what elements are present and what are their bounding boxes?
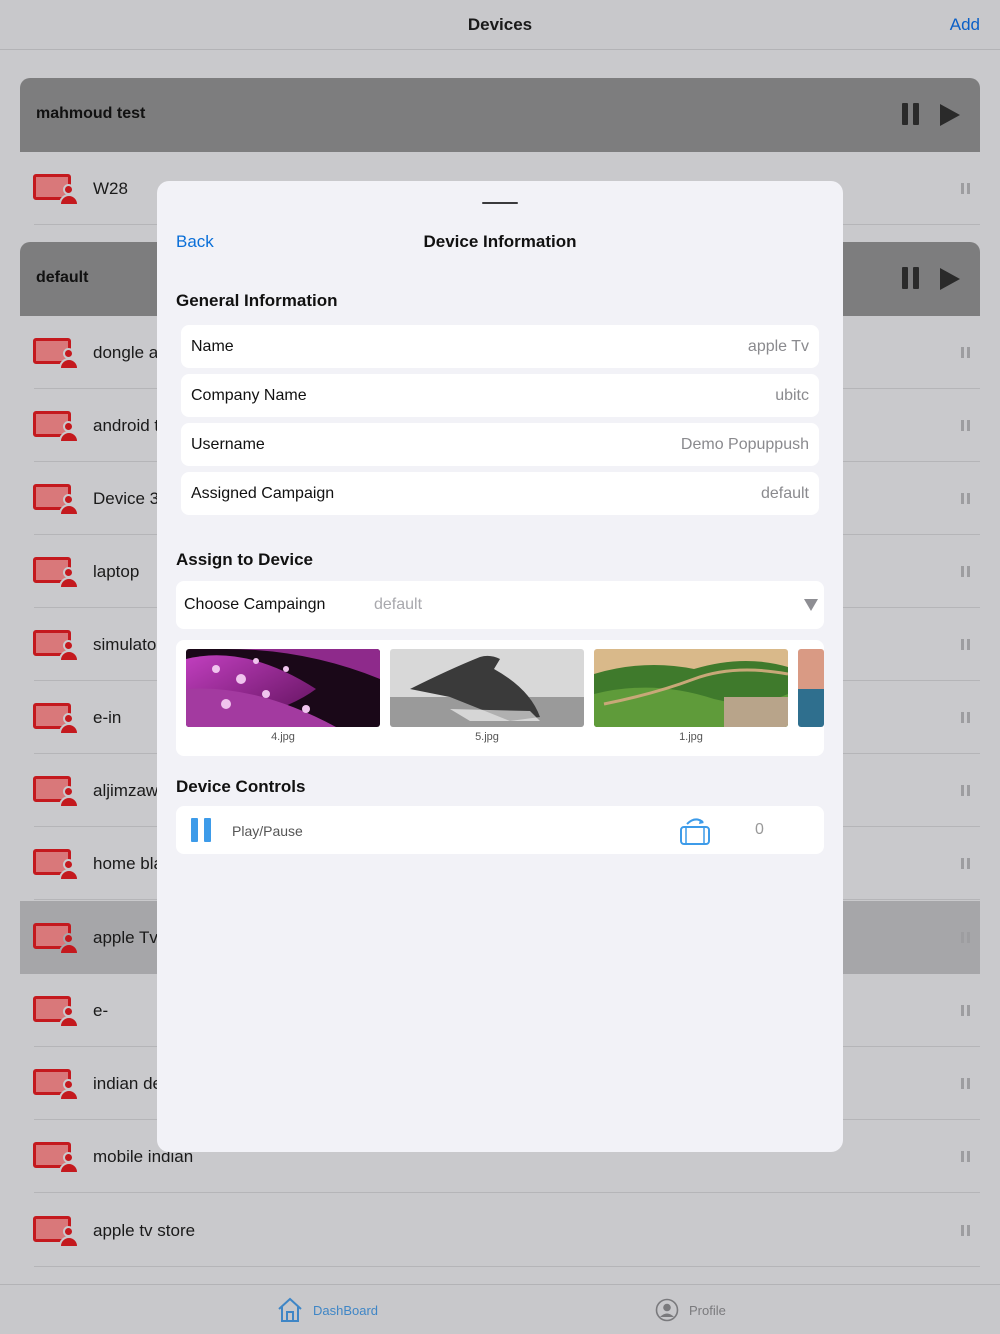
device-icon (33, 338, 79, 370)
home-icon (278, 1297, 302, 1322)
back-button[interactable]: Back (176, 232, 214, 252)
row-pause-icon[interactable] (961, 566, 970, 577)
group-header-mahmoud-test: mahmoud test (20, 78, 980, 152)
device-name: W28 (93, 179, 128, 198)
group-name: mahmoud test (36, 105, 146, 122)
campaign-picker[interactable]: Choose Campaingn default (176, 581, 824, 629)
device-icon (33, 411, 79, 443)
add-button[interactable]: Add (950, 15, 980, 35)
device-icon (33, 174, 79, 206)
row-pause-icon[interactable] (961, 932, 970, 943)
device-name: simulato (93, 635, 157, 654)
profile-icon (655, 1298, 679, 1322)
row-pause-icon[interactable] (961, 639, 970, 650)
media-thumb[interactable] (594, 649, 788, 727)
group-pause-icon[interactable] (902, 103, 920, 127)
media-thumb[interactable] (186, 649, 380, 727)
tab-dashboard[interactable]: DashBoard (277, 1297, 378, 1323)
device-name: apple tv store (93, 1221, 196, 1240)
info-label: Name (191, 338, 234, 355)
row-pause-icon[interactable] (961, 420, 970, 431)
device-name: apple Tv (93, 928, 158, 947)
row-pause-icon[interactable] (961, 1005, 970, 1016)
device-name: dongle a (93, 343, 159, 362)
device-icon (33, 923, 79, 955)
device-name: android t (93, 416, 160, 435)
row-pause-icon[interactable] (961, 712, 970, 723)
group-play-icon[interactable] (940, 268, 960, 290)
media-thumb[interactable] (390, 649, 584, 727)
info-row-username: Username Demo Popuppush (181, 423, 819, 466)
info-value: ubitc (775, 387, 809, 404)
device-name: home bla (93, 854, 163, 873)
device-icon (33, 1216, 79, 1248)
media-caption: 4.jpg (271, 731, 295, 743)
campaign-select[interactable]: default (374, 596, 422, 614)
device-icon (33, 1069, 79, 1101)
group-play-icon[interactable] (940, 104, 960, 126)
whale-image (390, 649, 584, 727)
device-icon (33, 849, 79, 881)
great-wall-image (594, 649, 788, 727)
device-icon (33, 557, 79, 589)
media-caption: 1.jpg (679, 731, 703, 743)
dropdown-arrow-icon[interactable] (804, 599, 818, 611)
row-pause-icon[interactable] (961, 858, 970, 869)
device-icon (33, 1142, 79, 1174)
device-name: indian de (93, 1074, 163, 1093)
tab-bar: DashBoard Profile (0, 1284, 1000, 1334)
device-icon (33, 996, 79, 1028)
row-pause-icon[interactable] (961, 1151, 970, 1162)
assign-heading: Assign to Device (176, 550, 313, 569)
media-caption: 5.jpg (475, 731, 499, 743)
row-pause-icon[interactable] (961, 183, 970, 194)
info-label: Assigned Campaign (191, 485, 335, 502)
row-pause-icon[interactable] (961, 493, 970, 504)
control-label: Play/Pause (232, 823, 303, 839)
device-info-sheet: Device Information Back General Informat… (157, 181, 843, 1152)
device-name: Device 3 (93, 489, 160, 508)
row-pause-icon[interactable] (961, 1078, 970, 1089)
info-value: apple Tv (747, 338, 809, 355)
nav-bar: Devices Add (0, 0, 1000, 50)
device-row[interactable]: apple tv store (20, 1194, 980, 1267)
group-pause-icon[interactable] (902, 267, 920, 291)
rotate-screen-icon[interactable] (679, 816, 711, 846)
device-name: e- (93, 1001, 109, 1020)
info-row-company: Company Name ubitc (181, 374, 819, 417)
info-value: default (760, 485, 809, 502)
general-info-heading: General Information (176, 291, 338, 310)
play-pause-control: Play/Pause 0 (176, 806, 824, 854)
info-value: Demo Popuppush (680, 436, 809, 453)
row-pause-icon[interactable] (961, 347, 970, 358)
tab-dashboard-label: DashBoard (313, 1302, 379, 1318)
sheet-grabber[interactable] (482, 202, 518, 204)
pause-icon[interactable] (191, 818, 211, 842)
info-row-campaign: Assigned Campaign default (181, 472, 819, 515)
info-row-name: Name apple Tv (181, 325, 819, 368)
media-thumb[interactable] (798, 649, 824, 727)
device-name: e-in (93, 708, 122, 727)
control-count: 0 (755, 821, 764, 838)
row-pause-icon[interactable] (961, 785, 970, 796)
tab-profile[interactable]: Profile (655, 1297, 726, 1323)
device-name: aljimzaw (93, 781, 159, 800)
sheet-title: Device Information (423, 232, 577, 251)
media-gallery: 4.jpg 5.jpg 1.jpg (176, 640, 824, 756)
device-icon (33, 484, 79, 516)
device-icon (33, 630, 79, 662)
sea-image (798, 649, 824, 727)
info-label: Username (191, 436, 265, 453)
device-icon (33, 703, 79, 735)
device-controls-heading: Device Controls (176, 777, 306, 796)
row-pause-icon[interactable] (961, 1225, 970, 1236)
flower-image (186, 649, 380, 727)
campaign-picker-label: Choose Campaingn (184, 596, 326, 613)
tab-profile-label: Profile (689, 1302, 726, 1318)
device-icon (33, 776, 79, 808)
group-name: default (36, 269, 89, 286)
nav-title: Devices (467, 15, 533, 34)
device-name: laptop (93, 562, 140, 581)
info-label: Company Name (191, 387, 307, 404)
